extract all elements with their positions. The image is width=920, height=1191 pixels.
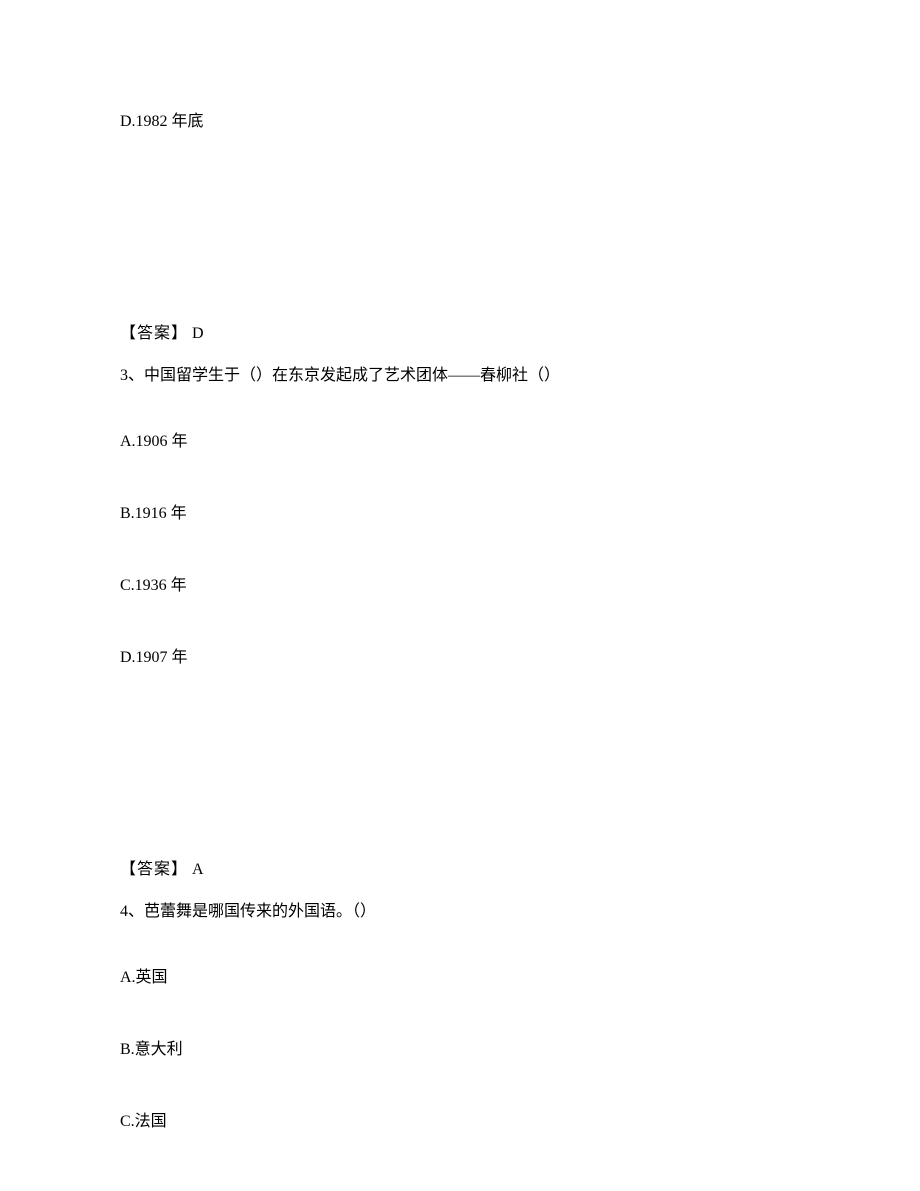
- option-a-q4: A.英国: [120, 966, 800, 990]
- option-d-q3: D.1907 年: [120, 646, 800, 670]
- option-c-q4: C.法国: [120, 1110, 800, 1134]
- question-stem-q3: 3、中国留学生于（）在东京发起成了艺术团体——春柳社（）: [120, 364, 800, 388]
- option-b-q3: B.1916 年: [120, 502, 800, 526]
- answer-block-q3: 【答案】 A: [120, 858, 800, 882]
- answer-value: A: [188, 861, 204, 878]
- answer-block-q2: 【答案】 D: [120, 322, 800, 346]
- option-b-q4: B.意大利: [120, 1038, 800, 1062]
- spacer: [120, 182, 800, 322]
- spacer: [120, 718, 800, 858]
- option-a-q3: A.1906 年: [120, 430, 800, 454]
- option-d-q2: D.1982 年底: [120, 110, 800, 134]
- option-c-q3: C.1936 年: [120, 574, 800, 598]
- answer-label: 【答案】: [120, 325, 188, 342]
- question-stem-q4: 4、芭蕾舞是哪国传来的外国语。（）: [120, 900, 800, 924]
- answer-label: 【答案】: [120, 861, 188, 878]
- answer-value: D: [188, 325, 204, 342]
